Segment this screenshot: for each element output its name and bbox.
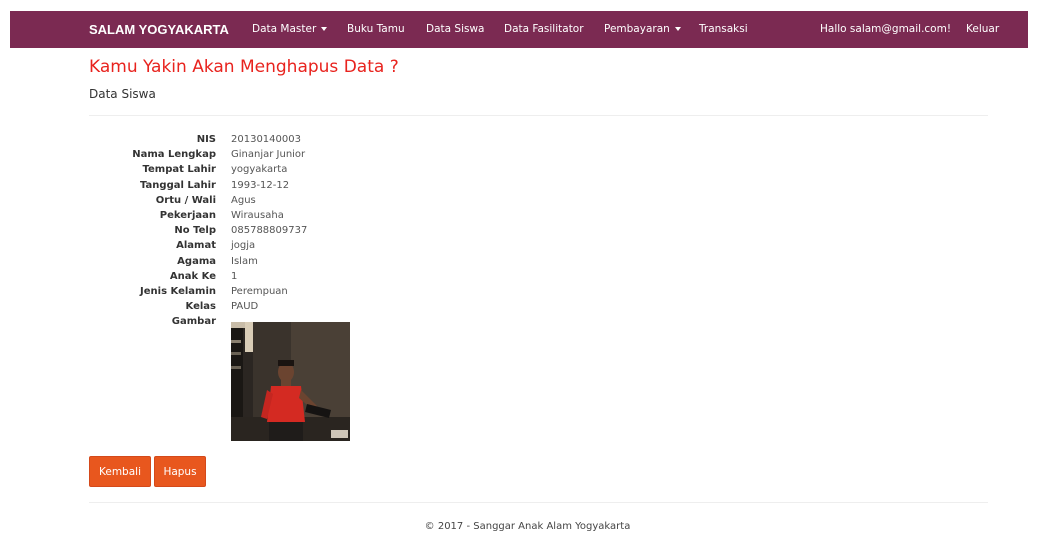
divider [89,115,988,116]
detail-label: Alamat [176,240,216,252]
detail-value: yogyakarta [231,164,288,176]
detail-value: Wirausaha [231,209,284,221]
detail-value: 20130140003 [231,134,301,145]
detail-value: jogja [231,240,256,252]
detail-row-jenis-kelamin: Jenis Kelamin Perempuan [89,284,489,299]
page-subtitle: Data Siswa [89,87,156,101]
detail-row-kelas: Kelas PAUD [89,299,489,314]
detail-value: Islam [231,255,258,267]
detail-label: Nama Lengkap [132,149,216,161]
nav-data-master[interactable]: Data Master [252,11,328,48]
detail-value: Perempuan [231,285,288,297]
logout-link[interactable]: Keluar [966,11,999,48]
student-detail-list: NIS 20130140003 Nama Lengkap Ginanjar Juni… [89,132,489,329]
user-greeting[interactable]: Hallo salam@gmail.com! [820,11,951,48]
detail-label: Ortu / Wali [155,194,216,206]
detail-label: No Telp [174,225,216,237]
brand-link[interactable]: SALAM YOGYAKARTA [89,11,229,48]
detail-value: 085788809737 [231,225,308,237]
nav-data-fasilitator[interactable]: Data Fasilitator [504,11,584,48]
nav-pembayaran-label: Pembayaran [604,23,670,35]
detail-value: PAUD [231,301,259,313]
nav-data-siswa[interactable]: Data Siswa [426,11,484,48]
detail-label: Anak Ke [169,270,216,282]
detail-row-alamat: Alamat jogja [89,238,489,253]
detail-row-pekerjaan: Pekerjaan Wirausaha [89,208,489,223]
footer-divider [89,502,988,503]
detail-row-tanggal-lahir: Tanggal Lahir 1993-12-12 [89,178,489,193]
delete-button[interactable]: Hapus [154,456,206,487]
nav-data-master-label: Data Master [252,23,317,35]
detail-value: 1993-12-12 [231,179,290,191]
detail-row-agama: Agama Islam [89,254,489,269]
detail-label: Pekerjaan [159,209,216,221]
page-title: Kamu Yakin Akan Menghapus Data ? [89,57,399,77]
nav-buku-tamu[interactable]: Buku Tamu [347,11,405,48]
student-photo [231,322,350,441]
detail-label: NIS [196,134,216,145]
footer-text: © 2017 - Sanggar Anak Alam Yogyakarta [424,521,631,532]
nav-pembayaran[interactable]: Pembayaran [604,11,681,48]
detail-row-nama: Nama Lengkap Ginanjar Junior [89,147,489,162]
detail-row-tempat-lahir: Tempat Lahir yogyakarta [89,162,489,177]
detail-value: Agus [231,194,256,206]
detail-row-no-telp: No Telp 085788809737 [89,223,489,238]
detail-value: 1 [231,270,238,282]
back-button[interactable]: Kembali [89,456,151,487]
detail-row-nis: NIS 20130140003 [89,132,489,147]
chevron-down-icon [674,27,681,31]
detail-value: Ginanjar Junior [231,149,306,161]
nav-transaksi[interactable]: Transaksi [699,11,748,48]
detail-label: Tanggal Lahir [140,179,216,191]
detail-label: Agama [177,255,216,267]
detail-label: Jenis Kelamin [140,285,216,297]
detail-row-ortu-wali: Ortu / Wali Agus [89,193,489,208]
top-navbar: SALAM YOGYAKARTA Data Master Buku Tamu D… [10,11,1028,48]
chevron-down-icon [321,27,328,31]
student-photo-image [231,322,350,441]
detail-label: Tempat Lahir [142,164,216,176]
detail-row-anak-ke: Anak Ke 1 [89,269,489,284]
detail-label: Gambar [171,316,216,328]
detail-label: Kelas [185,301,216,313]
